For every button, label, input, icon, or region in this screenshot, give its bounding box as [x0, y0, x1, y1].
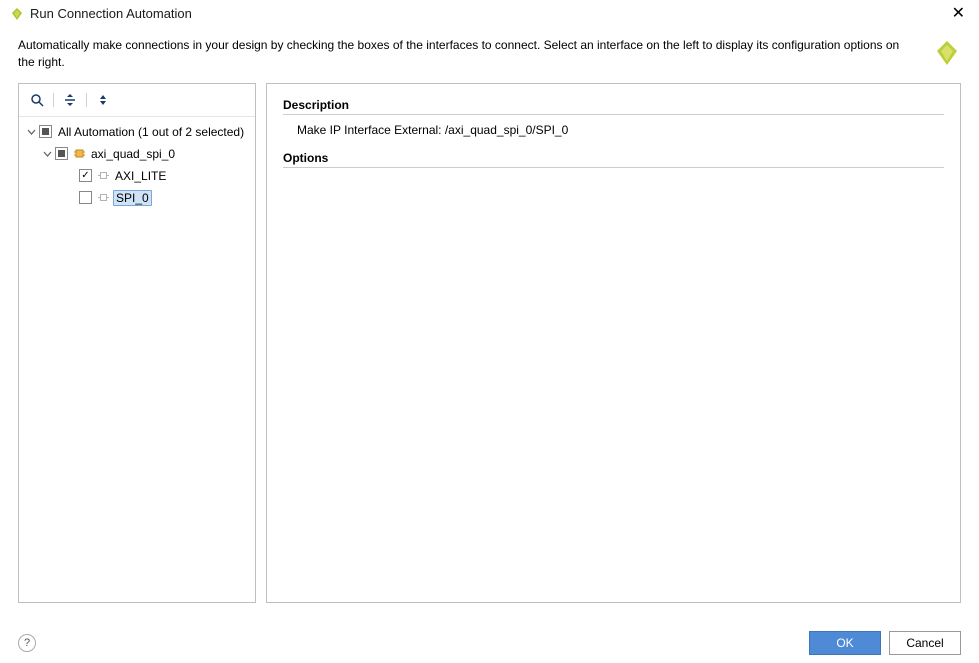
main-panels: All Automation (1 out of 2 selected) axi… [0, 83, 979, 603]
checkbox-spi-0[interactable] [79, 191, 92, 204]
cancel-button[interactable]: Cancel [889, 631, 961, 655]
bus-interface-icon [96, 169, 110, 183]
window-title: Run Connection Automation [30, 6, 192, 21]
help-button[interactable]: ? [18, 634, 36, 652]
header-instructions: Automatically make connections in your d… [18, 37, 933, 71]
checkbox-axi-lite[interactable] [79, 169, 92, 182]
options-heading: Options [283, 151, 944, 168]
close-button[interactable]: ✕ [946, 4, 971, 24]
collapse-all-button[interactable] [60, 90, 80, 110]
header-area: Automatically make connections in your d… [0, 25, 979, 83]
automation-tree: All Automation (1 out of 2 selected) axi… [19, 117, 255, 213]
tree-label: AXI_LITE [113, 169, 168, 183]
tree-row-interface-axi-lite[interactable]: AXI_LITE [25, 165, 249, 187]
expand-toggle-icon[interactable] [41, 149, 53, 158]
app-icon [10, 7, 24, 21]
tree-label: axi_quad_spi_0 [89, 147, 177, 161]
bus-interface-icon [96, 191, 110, 205]
toolbar-separator [53, 93, 54, 107]
checkbox-ip-block[interactable] [55, 147, 68, 160]
expand-toggle-icon[interactable] [25, 127, 37, 136]
description-heading: Description [283, 98, 944, 115]
title-bar: Run Connection Automation [0, 0, 979, 25]
checkbox-all-automation[interactable] [39, 125, 52, 138]
toolbar-separator [86, 93, 87, 107]
tree-label: SPI_0 [113, 190, 152, 206]
details-panel: Description Make IP Interface External: … [266, 83, 961, 603]
tree-toolbar [19, 84, 255, 117]
ok-button[interactable]: OK [809, 631, 881, 655]
tree-row-all-automation[interactable]: All Automation (1 out of 2 selected) [25, 121, 249, 143]
tree-label: All Automation (1 out of 2 selected) [56, 125, 246, 139]
vendor-logo [933, 39, 961, 67]
ip-block-icon [72, 147, 86, 161]
description-text: Make IP Interface External: /axi_quad_sp… [283, 123, 944, 151]
search-button[interactable] [27, 90, 47, 110]
tree-panel: All Automation (1 out of 2 selected) axi… [18, 83, 256, 603]
tree-row-interface-spi-0[interactable]: SPI_0 [25, 187, 249, 209]
expand-all-button[interactable] [93, 90, 113, 110]
tree-row-ip-block[interactable]: axi_quad_spi_0 [25, 143, 249, 165]
dialog-footer: ? OK Cancel [0, 631, 979, 655]
